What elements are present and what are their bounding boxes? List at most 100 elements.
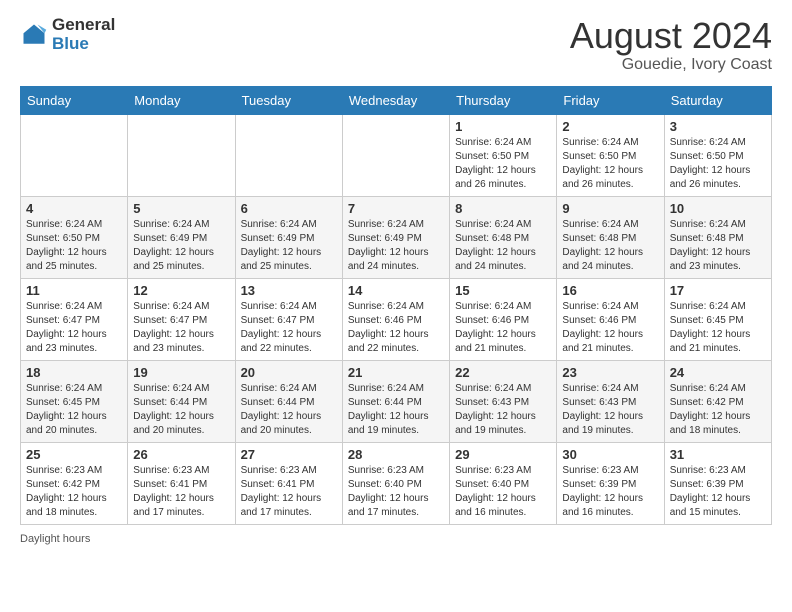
calendar-header-row: SundayMondayTuesdayWednesdayThursdayFrid… (21, 86, 772, 114)
calendar-cell: 20 Sunrise: 6:24 AM Sunset: 6:44 PM Dayli… (235, 360, 342, 442)
day-info: Sunrise: 6:24 AM Sunset: 6:47 PM Dayligh… (26, 300, 122, 356)
day-info: Sunrise: 6:24 AM Sunset: 6:44 PM Dayligh… (133, 382, 229, 438)
day-info: Sunrise: 6:24 AM Sunset: 6:48 PM Dayligh… (562, 218, 658, 274)
calendar-cell: 2 Sunrise: 6:24 AM Sunset: 6:50 PM Daylig… (557, 114, 664, 196)
day-number: 18 (26, 365, 122, 380)
day-info: Sunrise: 6:24 AM Sunset: 6:49 PM Dayligh… (133, 218, 229, 274)
weekday-header-tuesday: Tuesday (235, 86, 342, 114)
calendar-cell: 8 Sunrise: 6:24 AM Sunset: 6:48 PM Daylig… (450, 196, 557, 278)
day-number: 2 (562, 119, 658, 134)
calendar-cell: 15Sunrise: 6:24 AM Sunset: 6:46 PM Dayli… (450, 278, 557, 360)
day-number: 11 (26, 283, 122, 298)
day-info: Sunrise: 6:24 AM Sunset: 6:42 PM Dayligh… (670, 382, 766, 438)
calendar-cell: 23Sunrise: 6:24 AM Sunset: 6:43 PM Dayli… (557, 360, 664, 442)
day-number: 5 (133, 201, 229, 216)
day-info: Sunrise: 6:24 AM Sunset: 6:44 PM Dayligh… (348, 382, 444, 438)
calendar-cell: 3 Sunrise: 6:24 AM Sunset: 6:50 PM Daylig… (664, 114, 771, 196)
location: Gouedie, Ivory Coast (570, 56, 772, 74)
calendar-cell (21, 114, 128, 196)
day-info: Sunrise: 6:23 AM Sunset: 6:39 PM Dayligh… (562, 464, 658, 520)
day-number: 30 (562, 447, 658, 462)
day-info: Sunrise: 6:23 AM Sunset: 6:41 PM Dayligh… (133, 464, 229, 520)
day-number: 9 (562, 201, 658, 216)
weekday-header-saturday: Saturday (664, 86, 771, 114)
day-number: 22 (455, 365, 551, 380)
calendar-cell: 18 Sunrise: 6:24 AM Sunset: 6:45 PM Dayli… (21, 360, 128, 442)
day-info: Sunrise: 6:24 AM Sunset: 6:48 PM Dayligh… (670, 218, 766, 274)
calendar-cell: 21 Sunrise: 6:24 AM Sunset: 6:44 PM Dayli… (342, 360, 449, 442)
calendar-cell: 26 Sunrise: 6:23 AM Sunset: 6:41 PM Dayli… (128, 442, 235, 524)
calendar-cell: 13Sunrise: 6:24 AM Sunset: 6:47 PM Dayli… (235, 278, 342, 360)
day-number: 6 (241, 201, 337, 216)
calendar-week-2: 4 Sunrise: 6:24 AM Sunset: 6:50 PM Daylig… (21, 196, 772, 278)
calendar-cell: 6Sunrise: 6:24 AM Sunset: 6:49 PM Daylig… (235, 196, 342, 278)
day-info: Sunrise: 6:24 AM Sunset: 6:43 PM Dayligh… (455, 382, 551, 438)
calendar-cell: 1 Sunrise: 6:24 AM Sunset: 6:50 PM Daylig… (450, 114, 557, 196)
calendar-cell: 10 Sunrise: 6:24 AM Sunset: 6:48 PM Dayli… (664, 196, 771, 278)
calendar-cell: 4 Sunrise: 6:24 AM Sunset: 6:50 PM Daylig… (21, 196, 128, 278)
day-number: 12 (133, 283, 229, 298)
calendar-cell: 17Sunrise: 6:24 AM Sunset: 6:45 PM Dayli… (664, 278, 771, 360)
day-number: 19 (133, 365, 229, 380)
calendar-cell: 19 Sunrise: 6:24 AM Sunset: 6:44 PM Dayli… (128, 360, 235, 442)
calendar-week-5: 25Sunrise: 6:23 AM Sunset: 6:42 PM Dayli… (21, 442, 772, 524)
day-number: 3 (670, 119, 766, 134)
day-info: Sunrise: 6:24 AM Sunset: 6:50 PM Dayligh… (26, 218, 122, 274)
day-info: Sunrise: 6:23 AM Sunset: 6:41 PM Dayligh… (241, 464, 337, 520)
day-info: Sunrise: 6:24 AM Sunset: 6:46 PM Dayligh… (455, 300, 551, 356)
day-info: Sunrise: 6:24 AM Sunset: 6:47 PM Dayligh… (133, 300, 229, 356)
day-number: 26 (133, 447, 229, 462)
calendar-week-1: 1 Sunrise: 6:24 AM Sunset: 6:50 PM Daylig… (21, 114, 772, 196)
day-info: Sunrise: 6:24 AM Sunset: 6:46 PM Dayligh… (348, 300, 444, 356)
weekday-header-sunday: Sunday (21, 86, 128, 114)
calendar-cell: 12 Sunrise: 6:24 AM Sunset: 6:47 PM Dayli… (128, 278, 235, 360)
day-info: Sunrise: 6:24 AM Sunset: 6:45 PM Dayligh… (26, 382, 122, 438)
calendar-cell: 14 Sunrise: 6:24 AM Sunset: 6:46 PM Dayli… (342, 278, 449, 360)
footer: Daylight hours (20, 533, 772, 545)
calendar-cell: 7Sunrise: 6:24 AM Sunset: 6:49 PM Daylig… (342, 196, 449, 278)
day-number: 24 (670, 365, 766, 380)
day-info: Sunrise: 6:24 AM Sunset: 6:50 PM Dayligh… (562, 136, 658, 192)
day-number: 25 (26, 447, 122, 462)
calendar-cell (342, 114, 449, 196)
logo-icon (20, 21, 48, 49)
day-info: Sunrise: 6:24 AM Sunset: 6:45 PM Dayligh… (670, 300, 766, 356)
day-number: 8 (455, 201, 551, 216)
calendar-week-4: 18 Sunrise: 6:24 AM Sunset: 6:45 PM Dayli… (21, 360, 772, 442)
day-number: 31 (670, 447, 766, 462)
day-number: 14 (348, 283, 444, 298)
month-year: August 2024 (570, 16, 772, 56)
day-info: Sunrise: 6:24 AM Sunset: 6:44 PM Dayligh… (241, 382, 337, 438)
day-info: Sunrise: 6:23 AM Sunset: 6:40 PM Dayligh… (455, 464, 551, 520)
day-number: 21 (348, 365, 444, 380)
day-number: 10 (670, 201, 766, 216)
calendar-cell: 29 Sunrise: 6:23 AM Sunset: 6:40 PM Dayli… (450, 442, 557, 524)
day-number: 16 (562, 283, 658, 298)
day-number: 27 (241, 447, 337, 462)
day-info: Sunrise: 6:24 AM Sunset: 6:48 PM Dayligh… (455, 218, 551, 274)
calendar-cell: 16Sunrise: 6:24 AM Sunset: 6:46 PM Dayli… (557, 278, 664, 360)
day-info: Sunrise: 6:23 AM Sunset: 6:40 PM Dayligh… (348, 464, 444, 520)
day-info: Sunrise: 6:24 AM Sunset: 6:50 PM Dayligh… (455, 136, 551, 192)
day-number: 4 (26, 201, 122, 216)
day-number: 23 (562, 365, 658, 380)
calendar-cell: 5 Sunrise: 6:24 AM Sunset: 6:49 PM Daylig… (128, 196, 235, 278)
calendar-cell: 24 Sunrise: 6:24 AM Sunset: 6:42 PM Dayli… (664, 360, 771, 442)
calendar-body: 1 Sunrise: 6:24 AM Sunset: 6:50 PM Daylig… (21, 114, 772, 524)
weekday-header-monday: Monday (128, 86, 235, 114)
weekday-header-thursday: Thursday (450, 86, 557, 114)
calendar-cell: 28Sunrise: 6:23 AM Sunset: 6:40 PM Dayli… (342, 442, 449, 524)
day-number: 29 (455, 447, 551, 462)
daylight-label: Daylight hours (20, 533, 90, 545)
day-info: Sunrise: 6:24 AM Sunset: 6:50 PM Dayligh… (670, 136, 766, 192)
page-header: General Blue August 2024 Gouedie, Ivory … (20, 16, 772, 74)
calendar-cell (128, 114, 235, 196)
calendar-cell: 9 Sunrise: 6:24 AM Sunset: 6:48 PM Daylig… (557, 196, 664, 278)
weekday-header-wednesday: Wednesday (342, 86, 449, 114)
calendar-cell: 22 Sunrise: 6:24 AM Sunset: 6:43 PM Dayli… (450, 360, 557, 442)
calendar-cell: 31Sunrise: 6:23 AM Sunset: 6:39 PM Dayli… (664, 442, 771, 524)
title-block: August 2024 Gouedie, Ivory Coast (570, 16, 772, 74)
day-number: 20 (241, 365, 337, 380)
calendar-table: SundayMondayTuesdayWednesdayThursdayFrid… (20, 86, 772, 525)
day-number: 1 (455, 119, 551, 134)
